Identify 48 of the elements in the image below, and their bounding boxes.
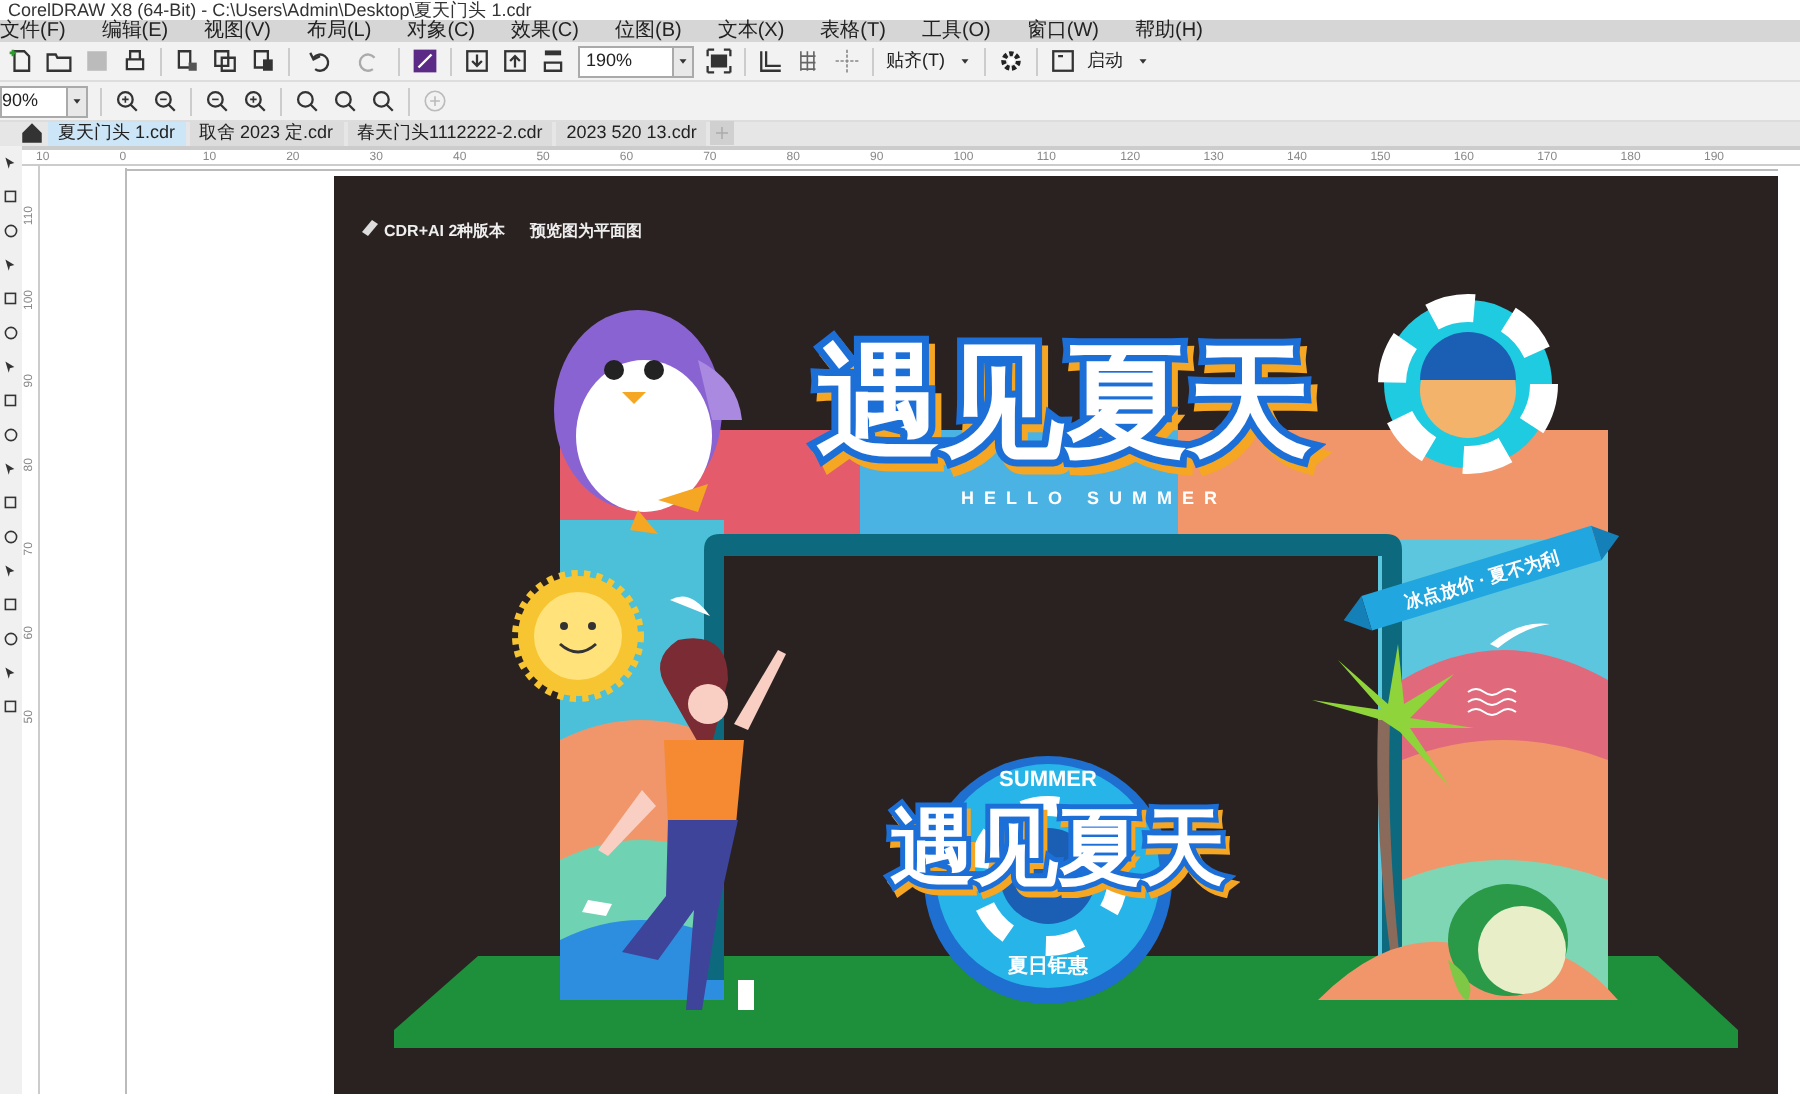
zoom-page-icon[interactable] [294, 88, 320, 114]
note-text: 预览图为平面图 [530, 222, 642, 240]
menu-item[interactable]: 编辑(E) [101, 20, 169, 42]
launch-dropdown[interactable]: 启动 [1087, 47, 1123, 75]
menu-item[interactable]: 文件(F) [0, 20, 66, 42]
zoom-dropdown[interactable]: 190% [578, 45, 694, 77]
document-tab[interactable]: 取舍 2023 定.cdr [189, 122, 344, 146]
import-icon[interactable] [464, 48, 490, 74]
menu-item[interactable]: 对象(C) [407, 20, 476, 42]
badge-label: SUMMER [999, 768, 1097, 792]
new-file-icon[interactable] [8, 48, 34, 74]
document-icon[interactable] [174, 48, 200, 74]
menu-item[interactable]: 效果(C) [511, 20, 579, 42]
zoom-level-dropdown[interactable]: 90% [0, 85, 88, 117]
rulers-icon[interactable] [758, 48, 784, 74]
zoom-all-icon[interactable] [242, 88, 268, 114]
zoom-out-icon[interactable] [152, 88, 178, 114]
badge-label: 夏日钜惠 [1008, 956, 1088, 978]
zoom-height-icon[interactable] [370, 88, 396, 114]
grid-icon[interactable] [796, 48, 822, 74]
document-tab[interactable]: 春天门头1112222-2.cdr [347, 122, 553, 146]
copy-icon[interactable] [212, 48, 238, 74]
print-icon[interactable] [122, 48, 148, 74]
window-title: CorelDRAW X8 (64-Bit) - C:\Users\Admin\Desktop\夏天门头 1.cdr [8, 0, 532, 20]
paste-icon[interactable] [250, 48, 276, 74]
menu-item[interactable]: 位图(B) [614, 20, 682, 42]
banner-text: 冰点放价 · 夏不为利 [1402, 547, 1562, 613]
full-screen-icon[interactable] [706, 48, 732, 74]
settings-icon[interactable] [997, 48, 1023, 74]
zoom-width-icon[interactable] [332, 88, 358, 114]
menu-item[interactable]: 文本(X) [717, 20, 785, 42]
note-text: CDR+AI 2种版本 [384, 222, 506, 240]
pick-tool-icon[interactable] [2, 154, 20, 172]
menu-item[interactable]: 工具(O) [921, 20, 991, 42]
export-icon[interactable] [502, 48, 528, 74]
zoom-in-icon[interactable] [114, 88, 140, 114]
menu-item[interactable]: 帮助(H) [1135, 20, 1203, 42]
document-tab[interactable]: 夏天门头 1.cdr [48, 122, 186, 146]
menu-item[interactable]: 视图(V) [204, 20, 271, 42]
menu-item[interactable]: 布局(L) [306, 20, 372, 42]
menu-item[interactable]: 表格(T) [820, 20, 886, 42]
document-tab[interactable]: 2023 520 13.cdr [556, 122, 707, 146]
brush-icon [362, 220, 378, 236]
snap-dropdown[interactable]: 贴齐(T) [886, 47, 945, 75]
folder-icon[interactable] [46, 48, 72, 74]
window-icon[interactable] [1049, 48, 1075, 74]
menu-item[interactable]: 窗口(W) [1026, 20, 1100, 42]
zoom-selected-icon[interactable] [204, 88, 230, 114]
